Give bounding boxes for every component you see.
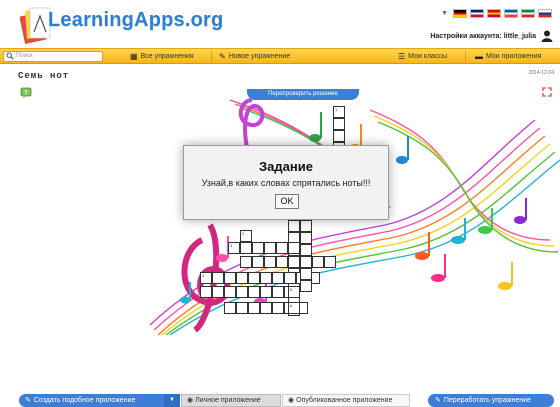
ok-button[interactable]: OK xyxy=(275,194,299,209)
uk-flag[interactable] xyxy=(470,9,484,18)
crossword-cell[interactable] xyxy=(240,256,252,268)
create-similar-app-label: Создать подобное приложение xyxy=(33,397,136,404)
crossword-cell[interactable] xyxy=(248,272,260,284)
crossword-cell[interactable] xyxy=(276,242,288,254)
crossword-cell[interactable] xyxy=(264,242,276,254)
chevron-down-icon[interactable]: ▼ xyxy=(164,394,180,407)
page-date: 2014-12-04 xyxy=(528,70,554,76)
crossword-cell[interactable] xyxy=(300,268,312,280)
crossword-cell[interactable] xyxy=(312,256,324,268)
crossword-cell[interactable] xyxy=(300,244,312,256)
nav-divider xyxy=(465,51,466,62)
user-icon[interactable] xyxy=(541,30,553,42)
crossword-cell[interactable] xyxy=(212,286,224,298)
search-icon xyxy=(6,52,14,60)
crossword-cell[interactable] xyxy=(252,256,264,268)
crossword-cell[interactable] xyxy=(276,256,288,268)
crossword-cell[interactable] xyxy=(272,272,284,284)
published-app-tab[interactable]: ◉ Опубликованное приложение xyxy=(282,394,410,407)
crossword-cell[interactable] xyxy=(264,256,276,268)
folder-icon: ▬ xyxy=(475,52,483,61)
nav-new-exercise[interactable]: ✎ Новое упражнение xyxy=(219,49,290,64)
eye-icon: ◉ xyxy=(187,397,194,404)
crossword-cell[interactable] xyxy=(248,302,260,314)
language-flags: ▼ xyxy=(441,9,552,18)
recheck-solution-button[interactable]: Перепроверить решение xyxy=(247,89,359,100)
private-app-tab[interactable]: ◉ Личное приложение xyxy=(181,394,281,407)
private-app-label: Личное приложение xyxy=(195,397,261,404)
crossword-cell[interactable] xyxy=(288,220,300,232)
edit-icon: ✎ xyxy=(25,397,31,404)
published-app-label: Опубликованное приложение xyxy=(296,397,393,404)
crossword-cell[interactable] xyxy=(236,286,248,298)
crossword-cell[interactable] xyxy=(224,272,236,284)
crossword-cell[interactable] xyxy=(252,242,264,254)
crossword-numbered-cell[interactable]: 4 xyxy=(200,272,212,284)
logo-text[interactable]: LearningApps.org xyxy=(48,9,223,32)
ru-flag[interactable] xyxy=(538,9,552,18)
crossword-cell[interactable] xyxy=(240,242,252,254)
pencil-icon: ✎ xyxy=(435,397,441,404)
crossword-cell[interactable] xyxy=(333,130,345,142)
crossword-cell[interactable] xyxy=(260,286,272,298)
crossword-numbered-cell[interactable]: 3 xyxy=(228,242,240,254)
crossword-cell[interactable] xyxy=(248,286,260,298)
edit-icon: ✎ xyxy=(219,52,226,61)
crossword-cell[interactable] xyxy=(200,286,212,298)
crossword-cell[interactable] xyxy=(300,232,312,244)
main-nav: Поиск ▦ Все упражнения ✎ Новое упражнени… xyxy=(0,48,560,64)
nav-new-exercise-label: Новое упражнение xyxy=(228,53,291,60)
crossword-numbered-cell[interactable]: 1 xyxy=(333,106,345,118)
nav-my-classes[interactable]: ☰ Мои классы xyxy=(398,49,447,64)
crossword-cell[interactable] xyxy=(260,272,272,284)
page-title: Семь нот xyxy=(18,71,70,81)
crossword-cell[interactable] xyxy=(300,256,312,268)
help-icon[interactable]: ? xyxy=(20,87,34,99)
header: LearningApps.org ▼ Настройки аккаунта: l… xyxy=(0,0,560,48)
nav-all-exercises-label: Все упражнения xyxy=(140,53,194,60)
crossword-cell[interactable] xyxy=(284,272,296,284)
es-flag[interactable] xyxy=(487,9,501,18)
crossword-cell[interactable] xyxy=(300,280,312,292)
crossword-cell[interactable] xyxy=(272,286,284,298)
dialog-text: Узнай,в каких словах спрятались ноты!!! xyxy=(201,178,371,188)
eye-icon: ◉ xyxy=(288,397,295,404)
crossword-cell[interactable] xyxy=(288,242,300,254)
account-settings-link[interactable]: Настройки аккаунта: little_julia xyxy=(430,33,536,40)
create-similar-app-button[interactable]: ✎ Создать подобное приложение xyxy=(19,394,180,407)
crossword-cell[interactable] xyxy=(212,272,224,284)
nav-my-apps-label: Мои приложения xyxy=(486,53,542,60)
crossword-numbered-cell[interactable]: 2 xyxy=(240,230,252,242)
nav-divider xyxy=(211,51,212,62)
fr-flag[interactable] xyxy=(504,9,518,18)
footer-toolbar: ✎ Создать подобное приложение ▼ ◉ Личное… xyxy=(0,393,560,407)
dialog-title: Задание xyxy=(259,159,313,174)
search-input[interactable]: Поиск xyxy=(3,51,103,62)
crossword-numbered-cell[interactable]: 5 xyxy=(288,286,300,298)
rework-exercise-label: Переработать упражнение xyxy=(443,397,531,404)
de-flag[interactable] xyxy=(453,9,467,18)
crossword-cell[interactable] xyxy=(272,302,284,314)
task-dialog: Задание Узнай,в каких словах спрятались … xyxy=(183,145,389,220)
crossword-cell[interactable] xyxy=(224,302,236,314)
crossword-cell[interactable] xyxy=(236,272,248,284)
crossword-cell[interactable] xyxy=(333,118,345,130)
it-flag[interactable] xyxy=(521,9,535,18)
crossword-numbered-cell[interactable]: 6 xyxy=(288,302,300,314)
nav-my-classes-label: Мои классы xyxy=(408,53,447,60)
crossword-cell[interactable] xyxy=(260,302,272,314)
rework-exercise-button[interactable]: ✎ Переработать упражнение xyxy=(428,394,554,407)
crossword-cell[interactable] xyxy=(300,220,312,232)
crossword-cell[interactable] xyxy=(224,286,236,298)
svg-text:?: ? xyxy=(24,90,28,96)
chevron-down-icon[interactable]: ▼ xyxy=(441,10,448,17)
crossword-cell[interactable] xyxy=(324,256,336,268)
list-icon: ☰ xyxy=(398,52,406,61)
grid-icon: ▦ xyxy=(130,52,138,61)
crossword-cell[interactable] xyxy=(288,256,300,268)
nav-all-exercises[interactable]: ▦ Все упражнения xyxy=(130,49,194,64)
nav-my-apps[interactable]: ▬ Мои приложения xyxy=(475,49,541,64)
crossword-cell[interactable] xyxy=(236,302,248,314)
